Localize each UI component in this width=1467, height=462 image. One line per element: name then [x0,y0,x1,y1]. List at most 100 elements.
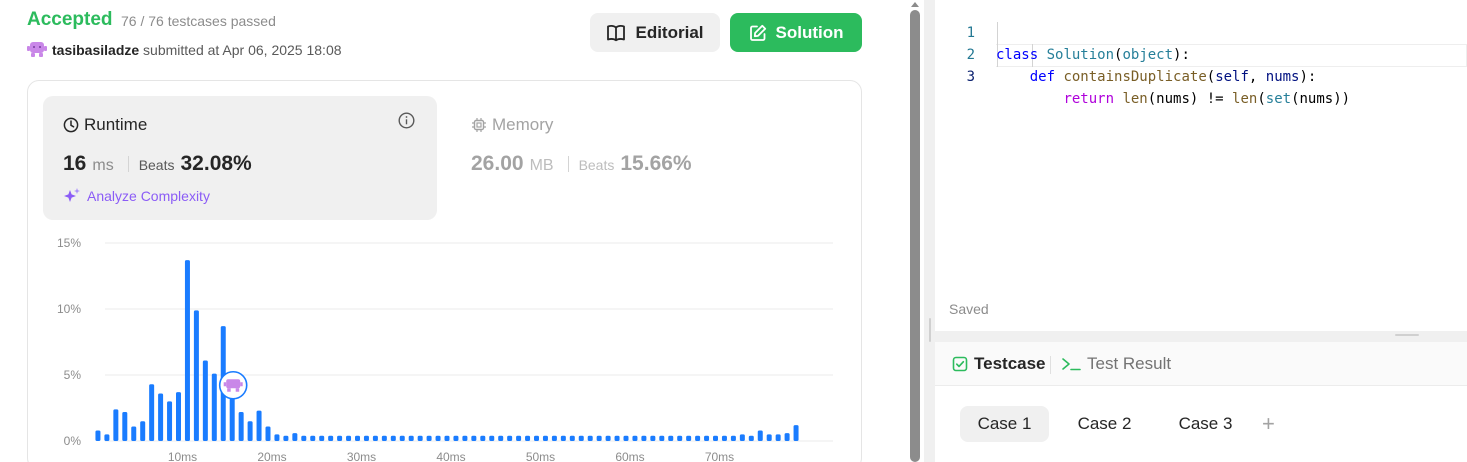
chart-bar [113,409,119,441]
chart-bar [131,426,137,441]
memory-unit: MB [529,157,554,174]
runtime-value: 16 [63,152,87,175]
chart-bar [659,435,665,441]
x-tick-label: 10ms [168,450,197,462]
x-tick-label: 30ms [347,450,376,462]
chart-bar [238,411,244,441]
add-case-button[interactable]: + [1262,413,1275,435]
runtime-distribution-chart[interactable]: 15% 10% 5% 0% 10ms 20ms 30ms 40ms 50ms 60ms 70ms [43,228,863,462]
submission-status: Accepted [27,9,113,30]
chart-bar [596,435,602,441]
memory-value: 26.00 [471,152,524,175]
memory-title[interactable]: Memory [471,115,553,135]
chart-bar [525,435,531,441]
chart-bar [641,435,647,441]
chart-bar [408,435,414,441]
chart-bar [202,360,208,441]
chart-bar [256,410,262,441]
code-line[interactable]: 1 class Solution(object): [935,0,1467,63]
marker-avatar-icon [223,382,227,387]
memory-values: 26.00 MB Beats 15.66% [471,152,692,176]
memory-title-text: Memory [492,115,554,134]
chart-bar [265,426,271,441]
solution-label: Solution [775,22,844,42]
chart-bar [471,435,477,441]
runtime-unit: ms [92,157,114,174]
tab-divider [1050,356,1051,374]
case-3-tab[interactable]: Case 3 [1165,406,1246,442]
chart-bar [363,435,369,441]
chart-bar [122,411,128,441]
chart-bar [587,435,593,441]
chart-bar [337,435,343,441]
chart-bar [372,435,378,441]
chart-bar [695,435,701,441]
chart-bar [158,393,164,441]
divider [127,156,129,172]
chart-bar [176,392,181,441]
editorial-button[interactable]: Editorial [590,13,720,52]
chart-bar [283,435,289,441]
chart-bar [149,384,155,441]
chart-bar [319,435,325,441]
chart-bar [346,435,352,441]
chart-bar [686,435,692,441]
y-tick-label: 5% [64,368,82,382]
chart-bar [328,435,334,441]
memory-beats-label: Beats [578,157,615,173]
info-icon[interactable] [398,112,415,129]
scroll-up-arrow-icon[interactable] [910,0,920,8]
scrollbar-thumb[interactable] [910,10,920,462]
submitted-at-text: submitted at Apr 06, 2025 18:08 [143,42,342,58]
y-tick-label: 10% [57,302,81,316]
chart-bar [104,434,110,441]
horizontal-splitter-handle[interactable] [1395,334,1419,336]
tab-test-result[interactable]: Test Result [1061,354,1171,374]
submitted-by-line: tasibasiladze submitted at Apr 06, 2025 … [52,42,342,58]
user-avatar-icon[interactable] [27,40,47,58]
solution-button[interactable]: Solution [730,13,862,52]
chart-bar [95,430,101,441]
code-text: return len(nums) != len(set(nums)) [1063,91,1351,107]
chart-bar [489,435,495,441]
horizontal-splitter[interactable] [935,331,1467,342]
code-line[interactable]: 3 return len(nums) != len(set(nums)) [935,44,1467,107]
case-2-tab[interactable]: Case 2 [1064,406,1145,442]
code-line[interactable]: 2 def containsDuplicate(self, nums): [935,22,1467,85]
marker-avatar-icon [235,388,240,392]
username-link[interactable]: tasibasiladze [52,42,139,58]
chart-bar [435,435,441,441]
chart-bar [453,435,459,441]
chart-bar [193,310,199,441]
chart-bar [542,435,548,441]
x-tick-label: 20ms [257,450,286,462]
chart-bar [381,435,387,441]
tab-test-result-label: Test Result [1087,354,1172,373]
chart-bar [739,434,745,441]
chart-bar [578,435,584,441]
chart-bar [766,434,772,441]
chart-bar [310,435,316,441]
runtime-title-text: Runtime [84,115,148,134]
chart-bar [569,435,575,441]
runtime-values: 16 ms Beats 32.08% [63,152,252,176]
clock-icon [63,117,79,133]
x-tick-label: 60ms [615,450,644,462]
saved-indicator: Saved [949,301,989,317]
chart-bar [167,401,173,441]
tab-testcase[interactable]: Testcase [952,354,1046,374]
chart-bar [516,435,522,441]
chip-icon [472,118,486,132]
chart-bar [498,435,504,441]
vertical-splitter[interactable] [924,0,935,462]
x-tick-label: 40ms [436,450,465,462]
case-1-tab[interactable]: Case 1 [960,406,1049,442]
chart-bar [713,435,718,441]
marker-avatar-icon [226,379,241,389]
vertical-splitter-handle[interactable] [929,318,931,342]
code-editor[interactable]: 1 class Solution(object): 2 def contains… [935,0,1467,331]
chart-bar [534,435,539,441]
submission-panel: Accepted 76 / 76 testcases passed tasiba… [0,0,905,462]
analyze-complexity-link[interactable]: Analyze Complexity [63,187,210,205]
chart-bar [775,434,781,441]
